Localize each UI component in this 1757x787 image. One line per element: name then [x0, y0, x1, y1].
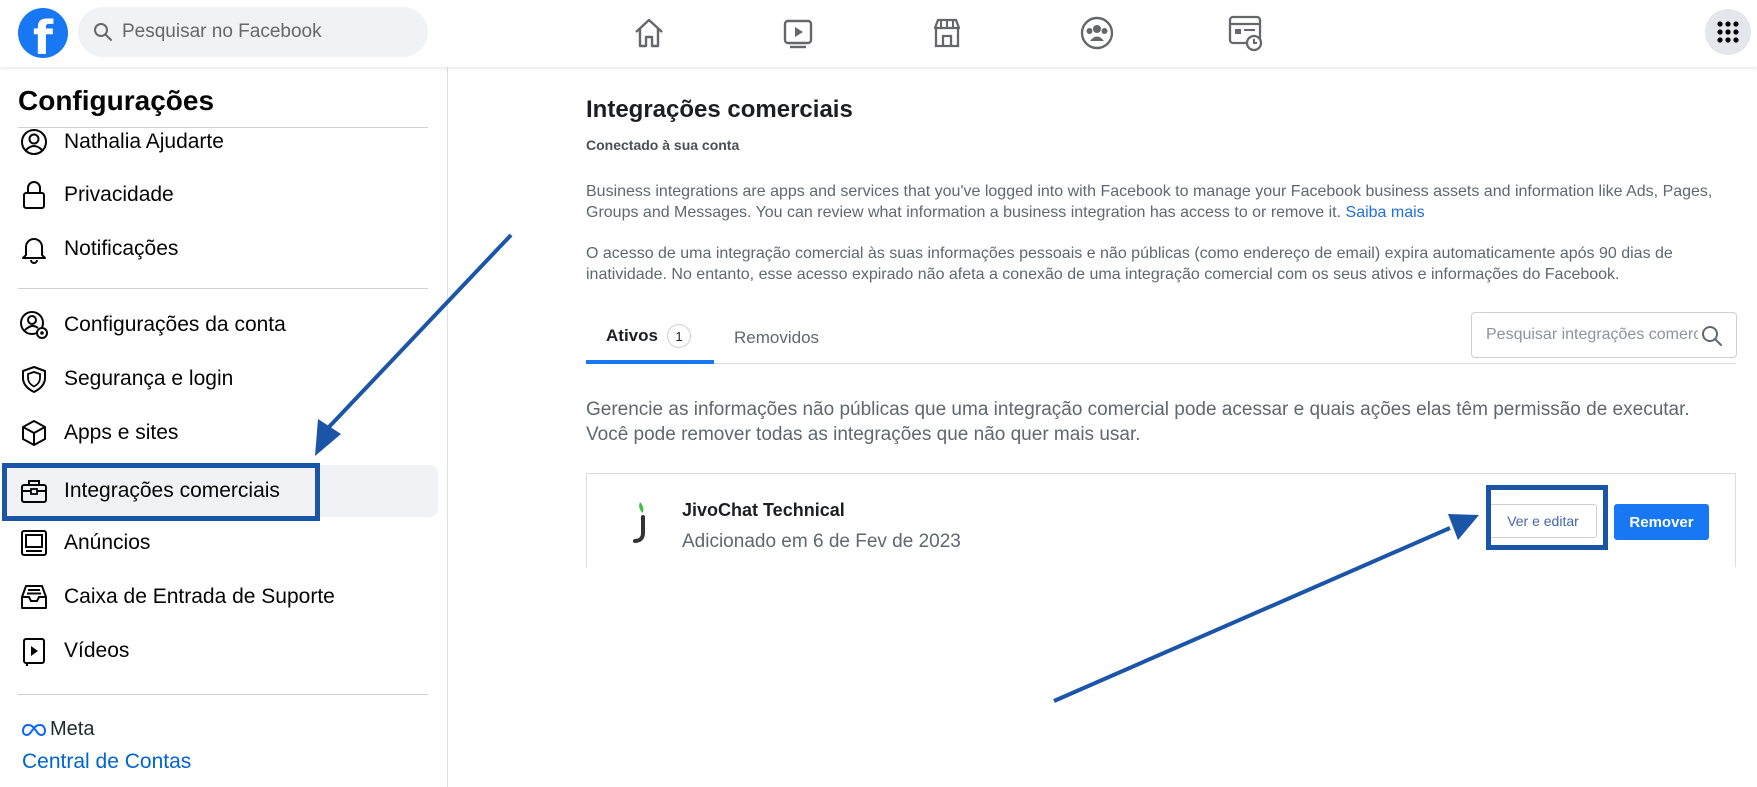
description-text: Business integrations are apps and servi… — [586, 183, 1713, 221]
sidebar-item-label: Nathalia Ajudarte — [64, 130, 224, 153]
sidebar-item-label: Privacidade — [64, 183, 174, 206]
bell-icon — [18, 233, 50, 265]
sidebar-item-label: Integrações comerciais — [64, 479, 280, 502]
description-access-expiry: O acesso de uma integração comercial às … — [586, 245, 1673, 283]
integration-name: JivoChat Technical — [682, 500, 845, 520]
integration-added-date: Adicionado em 6 de Fev de 2023 — [682, 531, 961, 552]
gaming-icon[interactable] — [1223, 12, 1269, 54]
sidebar-item-label: Notificações — [64, 237, 179, 260]
sidebar-item-apps[interactable]: Apps e sites — [6, 407, 438, 459]
groups-icon[interactable] — [1074, 12, 1120, 54]
accounts-center-link[interactable]: Central de Contas — [22, 750, 191, 774]
learn-more-link[interactable]: Saiba mais — [1346, 204, 1425, 221]
sidebar-item-business-integrations[interactable]: Integrações comerciais — [6, 465, 438, 517]
settings-sidebar: Configurações Nathalia Ajudarte Privacid… — [0, 67, 448, 787]
profile-icon — [18, 126, 50, 158]
integration-search[interactable] — [1471, 312, 1737, 358]
sidebar-item-ads[interactable]: Anúncios — [6, 517, 438, 569]
integration-card: JivoChat Technical Adicionado em 6 de Fe… — [586, 473, 1736, 567]
page-title: Integrações comerciais — [586, 96, 853, 123]
sidebar-item-label: Anúncios — [64, 531, 151, 554]
tab-active-integrations[interactable]: Ativos 1 — [586, 312, 714, 364]
description-business-integrations: Business integrations are apps and servi… — [586, 181, 1736, 223]
briefcase-icon — [18, 475, 50, 507]
meta-label: Meta — [50, 718, 95, 740]
jivochat-logo — [633, 502, 645, 543]
sidebar-item-label: Vídeos — [64, 639, 130, 662]
sidebar-title: Configurações — [18, 85, 215, 116]
marketplace-icon[interactable] — [924, 12, 970, 54]
grid-menu-icon[interactable] — [1705, 9, 1751, 55]
sidebar-item-privacy[interactable]: Privacidade — [6, 169, 438, 221]
ads-icon — [18, 527, 50, 559]
inbox-icon — [18, 581, 50, 613]
sidebar-item-notifications[interactable]: Notificações — [6, 223, 438, 275]
manage-integrations-text: Gerencie as informações não públicas que… — [586, 399, 1690, 445]
integration-tabs: Ativos 1 Removidos — [586, 312, 1737, 364]
search-icon — [1702, 326, 1722, 346]
sidebar-item-videos[interactable]: Vídeos — [6, 625, 438, 677]
sidebar-item-label: Segurança e login — [64, 367, 234, 390]
sidebar-item-support-inbox[interactable]: Caixa de Entrada de Suporte — [6, 571, 438, 623]
cube-icon — [18, 417, 50, 449]
sidebar-item-profile[interactable]: Nathalia Ajudarte — [6, 116, 438, 168]
sidebar-divider — [18, 288, 428, 289]
facebook-search[interactable] — [78, 7, 428, 57]
view-edit-button[interactable]: Ver e editar — [1489, 504, 1597, 538]
lock-icon — [18, 179, 50, 211]
sidebar-item-account-settings[interactable]: Configurações da conta — [6, 299, 438, 351]
facebook-search-input[interactable] — [122, 7, 412, 57]
shield-icon — [18, 363, 50, 395]
sidebar-divider — [18, 694, 428, 695]
page-subtitle: Conectado à sua conta — [586, 137, 740, 153]
search-icon — [94, 23, 112, 41]
facebook-logo[interactable]: f — [18, 8, 68, 58]
tab-label: Ativos — [606, 326, 658, 345]
tab-label: Removidos — [734, 328, 820, 347]
video-icon — [18, 635, 50, 667]
account-settings-icon — [18, 309, 50, 341]
sidebar-item-label: Configurações da conta — [64, 313, 286, 336]
integration-search-input[interactable] — [1486, 313, 1698, 357]
sidebar-item-security[interactable]: Segurança e login — [6, 353, 438, 405]
watch-icon[interactable] — [775, 12, 821, 54]
home-icon[interactable] — [626, 12, 672, 54]
meta-infinity-icon — [22, 723, 46, 736]
sidebar-item-label: Apps e sites — [64, 421, 179, 444]
remove-button[interactable]: Remover — [1614, 504, 1709, 540]
tab-removed-integrations[interactable]: Removidos — [734, 312, 819, 364]
count-badge: 1 — [666, 324, 691, 348]
facebook-logo-glyph: f — [33, 11, 54, 58]
sidebar-item-label: Caixa de Entrada de Suporte — [64, 585, 335, 608]
top-navigation-bar: f — [0, 0, 1757, 67]
meta-logo: Meta — [22, 718, 94, 741]
